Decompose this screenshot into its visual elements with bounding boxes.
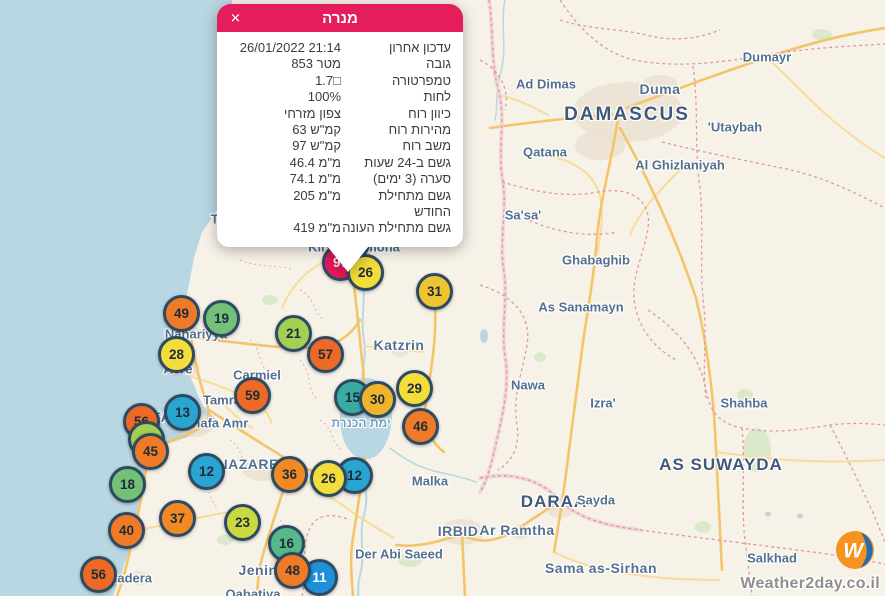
popup-row-label: גשם מתחילת העונה bbox=[341, 220, 451, 236]
station-marker[interactable]: 59 bbox=[234, 377, 271, 414]
station-marker[interactable]: 13 bbox=[164, 394, 201, 431]
popup-row: גובה853 מטר bbox=[229, 56, 451, 72]
station-marker[interactable]: 23 bbox=[224, 504, 261, 541]
map[interactable]: DumayrAd DimasDumaDAMASCUS'UtaybahQatana… bbox=[0, 0, 885, 596]
popup-row: כיוון רוחצפון מזרחי bbox=[229, 106, 451, 122]
popup-row: גשם ב-24 שעות46.4 מ"מ bbox=[229, 155, 451, 171]
station-marker[interactable]: 46 bbox=[402, 408, 439, 445]
popup-header: ✕ מנרה bbox=[217, 4, 463, 32]
station-marker[interactable]: 28 bbox=[158, 336, 195, 373]
station-marker[interactable]: 56 bbox=[80, 556, 117, 593]
popup-row-label: עדכון אחרון bbox=[341, 40, 451, 56]
station-marker[interactable]: 45 bbox=[132, 433, 169, 470]
station-marker[interactable]: 49 bbox=[163, 295, 200, 332]
popup-row-value: 853 מטר bbox=[229, 56, 341, 72]
station-marker[interactable]: 18 bbox=[109, 466, 146, 503]
popup-row: סערה (3 ימים)74.1 מ"מ bbox=[229, 171, 451, 187]
station-marker[interactable]: 37 bbox=[159, 500, 196, 537]
popup-row-label: משב רוח bbox=[341, 138, 451, 154]
popup-row-label: גשם ב-24 שעות bbox=[341, 155, 451, 171]
station-marker[interactable]: 57 bbox=[307, 336, 344, 373]
station-marker[interactable]: 30 bbox=[359, 381, 396, 418]
popup-row-label: לחות bbox=[341, 89, 451, 105]
popup-row-value: 97 קמ"ש bbox=[229, 138, 341, 154]
popup-row-value: 63 קמ"ש bbox=[229, 122, 341, 138]
popup-row-value: צפון מזרחי bbox=[229, 106, 341, 122]
popup-title: מנרה bbox=[322, 10, 358, 27]
station-marker[interactable]: 21 bbox=[275, 315, 312, 352]
popup-row: לחות100% bbox=[229, 89, 451, 105]
popup-row-label: טמפרטורה bbox=[341, 73, 451, 89]
popup-row-value: 419 מ"מ bbox=[229, 220, 341, 236]
popup-row-label: מהירות רוח bbox=[341, 122, 451, 138]
popup-row-value: 46.4 מ"מ bbox=[229, 155, 341, 171]
station-marker[interactable]: 36 bbox=[271, 456, 308, 493]
station-marker[interactable]: 12 bbox=[188, 453, 225, 490]
popup-row-label: גשם מתחילת החודש bbox=[341, 188, 451, 221]
station-marker[interactable]: 48 bbox=[274, 552, 311, 589]
popup-row-value: 26/01/2022 21:14 bbox=[229, 40, 341, 56]
station-popup: ✕ מנרה עדכון אחרון26/01/2022 21:14גובה85… bbox=[217, 4, 463, 247]
popup-row-label: גובה bbox=[341, 56, 451, 72]
popup-row: גשם מתחילת החודש205 מ"מ bbox=[229, 188, 451, 221]
close-icon[interactable]: ✕ bbox=[230, 12, 241, 25]
popup-row-value: 1.7□ bbox=[229, 73, 341, 89]
popup-row: גשם מתחילת העונה419 מ"מ bbox=[229, 220, 451, 236]
popup-row-label: כיוון רוח bbox=[341, 106, 451, 122]
popup-row: משב רוח97 קמ"ש bbox=[229, 138, 451, 154]
station-marker[interactable]: 29 bbox=[396, 370, 433, 407]
station-marker[interactable]: 40 bbox=[108, 512, 145, 549]
popup-row-value: 74.1 מ"מ bbox=[229, 171, 341, 187]
popup-row-label: סערה (3 ימים) bbox=[341, 171, 451, 187]
popup-row: עדכון אחרון26/01/2022 21:14 bbox=[229, 40, 451, 56]
popup-row: טמפרטורה1.7□ bbox=[229, 73, 451, 89]
popup-rows: עדכון אחרון26/01/2022 21:14גובה853 מטרטמ… bbox=[217, 32, 463, 247]
popup-row-value: 100% bbox=[229, 89, 341, 105]
popup-row-value: 205 מ"מ bbox=[229, 188, 341, 221]
station-marker[interactable]: 26 bbox=[310, 460, 347, 497]
popup-row: מהירות רוח63 קמ"ש bbox=[229, 122, 451, 138]
station-marker[interactable]: 19 bbox=[203, 300, 240, 337]
popup-tail bbox=[327, 246, 369, 272]
station-marker[interactable]: 31 bbox=[416, 273, 453, 310]
